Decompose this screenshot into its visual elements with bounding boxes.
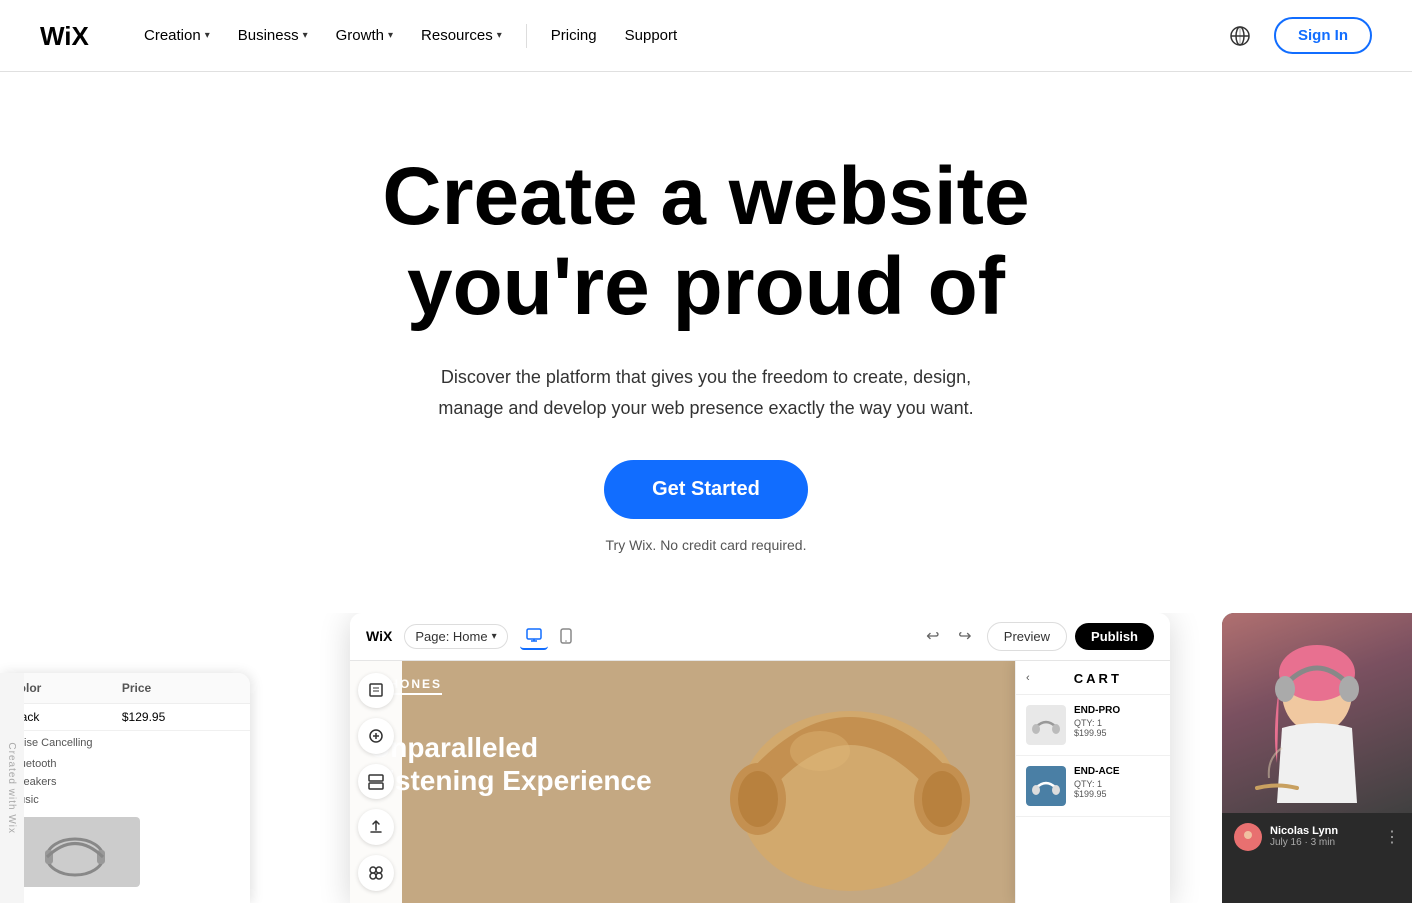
redo-button[interactable]: ↪ <box>951 622 979 650</box>
cart-chevron-icon: ‹ <box>1026 672 1030 684</box>
editor-topbar: WiX Page: Home ▾ ↩ ↪ <box>350 613 1170 661</box>
cart-item-1-name: END-PRO <box>1074 705 1120 716</box>
cart-header: ‹ CART <box>1016 661 1170 695</box>
app-market-icon <box>368 865 384 881</box>
chevron-down-icon: ▾ <box>388 30 393 41</box>
navbar-left: WiX Creation ▾ Business ▾ Growth ▾ Resou… <box>40 19 689 52</box>
cart-item-2-price: $199.95 <box>1074 789 1120 799</box>
desktop-view-button[interactable] <box>520 622 548 650</box>
filter-speakers: Speakers <box>0 773 250 791</box>
cart-item-2: END-ACE QTY: 1 $199.95 <box>1016 756 1170 817</box>
table-row: Black $129.95 <box>0 703 250 730</box>
logo[interactable]: WiX <box>40 21 100 51</box>
nav-item-support[interactable]: Support <box>613 19 690 52</box>
avatar-icon <box>1238 827 1258 847</box>
cart-item-2-qty: QTY: 1 <box>1074 779 1120 789</box>
cart-panel: ‹ CART END-PRO QTY: 1 $ <box>1015 661 1170 903</box>
product-thumbnail <box>10 817 140 887</box>
avatar <box>1234 823 1262 851</box>
nav-item-resources[interactable]: Resources ▾ <box>409 19 514 52</box>
undo-redo-controls: ↩ ↪ <box>919 622 979 650</box>
preview-button[interactable]: Preview <box>987 622 1067 651</box>
hero-subtitle: Discover the platform that gives you the… <box>40 362 1372 423</box>
hero-title: Create a website you're proud of <box>256 152 1156 332</box>
cart-item-1-info: END-PRO QTY: 1 $199.95 <box>1074 705 1120 745</box>
undo-button[interactable]: ↩ <box>919 622 947 650</box>
person-illustration <box>1227 613 1407 813</box>
cart-item-2-name: END-ACE <box>1074 766 1120 777</box>
hero-section: Create a website you're proud of Discove… <box>0 72 1412 613</box>
cart-title: CART <box>1036 671 1160 686</box>
nav-divider <box>526 24 527 48</box>
filter-bluetooth: Bluetooth <box>0 755 250 773</box>
cart-item-2-info: END-ACE QTY: 1 $199.95 <box>1074 766 1120 806</box>
toolbar-upload-icon[interactable] <box>358 809 394 845</box>
filter-music: Music <box>0 791 250 809</box>
cart-item-1: END-PRO QTY: 1 $199.95 <box>1016 695 1170 756</box>
cart-item-1-qty: QTY: 1 <box>1074 718 1120 728</box>
filter-noise-cancelling: Noise Cancelling <box>0 731 250 755</box>
desktop-icon <box>526 628 542 642</box>
editor-topbar-left: WiX Page: Home ▾ <box>366 622 580 650</box>
chevron-down-icon: ▾ <box>205 30 210 41</box>
add-icon <box>368 728 384 744</box>
nav-item-pricing[interactable]: Pricing <box>539 19 609 52</box>
pages-icon <box>368 682 384 698</box>
right-card-image <box>1222 613 1412 813</box>
sign-in-button[interactable]: Sign In <box>1274 17 1372 54</box>
editor-wix-logo: WiX <box>366 628 392 644</box>
table-cell-price: $129.95 <box>112 703 250 730</box>
nav-item-business[interactable]: Business ▾ <box>226 19 320 52</box>
get-started-button[interactable]: Get Started <box>604 460 808 519</box>
sections-icon <box>368 774 384 790</box>
toolbar-add-icon[interactable] <box>358 718 394 754</box>
upload-icon <box>368 819 384 835</box>
navbar: WiX Creation ▾ Business ▾ Growth ▾ Resou… <box>0 0 1412 72</box>
cart-item-1-image <box>1026 705 1066 745</box>
right-card-footer: Nicolas Lynn July 16 · 3 min ⋮ <box>1222 813 1412 861</box>
editor-topbar-right: ↩ ↪ Preview Publish <box>919 622 1154 651</box>
cart-item-2-image <box>1026 766 1066 806</box>
editor-window: WiX Page: Home ▾ ↩ ↪ <box>350 613 1170 903</box>
headphone-cart-icon-1 <box>1031 713 1061 737</box>
no-credit-text: Try Wix. No credit card required. <box>40 537 1372 553</box>
right-card-user-info: Nicolas Lynn July 16 · 3 min <box>1270 825 1376 848</box>
sidebar-vertical-label: Created with Wix <box>0 673 24 903</box>
headphone-large-icon <box>710 661 990 903</box>
chevron-down-icon: ▾ <box>497 30 502 41</box>
table-header-price: Price <box>112 673 250 704</box>
editor-canvas: TPHONES Home Reviews Shop Unparalleled L… <box>350 661 1170 903</box>
chevron-down-icon: ▾ <box>303 30 308 41</box>
mobile-view-button[interactable] <box>552 622 580 650</box>
cart-item-1-price: $199.95 <box>1074 728 1120 738</box>
sidebar-table: Color Price Black $129.95 <box>0 673 250 731</box>
language-selector-button[interactable] <box>1222 18 1258 54</box>
headphone-illustration <box>710 661 990 903</box>
view-icons <box>520 622 580 650</box>
canvas-left-toolbar <box>350 661 402 903</box>
right-card: Nicolas Lynn July 16 · 3 min ⋮ <box>1222 613 1412 903</box>
toolbar-app-icon[interactable] <box>358 855 394 891</box>
right-card-more-icon[interactable]: ⋮ <box>1384 827 1400 847</box>
page-selector[interactable]: Page: Home ▾ <box>404 624 507 649</box>
nav-items: Creation ▾ Business ▾ Growth ▾ Resources… <box>132 19 689 52</box>
svg-text:WiX: WiX <box>40 21 90 51</box>
nav-item-creation[interactable]: Creation ▾ <box>132 19 222 52</box>
toolbar-pages-icon[interactable] <box>358 673 394 709</box>
preview-section: Created with Wix Color Price Black $129.… <box>0 613 1412 903</box>
mobile-icon <box>560 628 572 644</box>
headphone-cart-icon-2 <box>1031 774 1061 798</box>
publish-button[interactable]: Publish <box>1075 623 1154 650</box>
navbar-right: Sign In <box>1222 17 1372 54</box>
globe-icon <box>1229 25 1251 47</box>
left-sidebar: Created with Wix Color Price Black $129.… <box>0 673 250 903</box>
right-card-username: Nicolas Lynn <box>1270 825 1376 837</box>
toolbar-sections-icon[interactable] <box>358 764 394 800</box>
headphone-small-icon <box>35 822 115 882</box>
chevron-down-icon: ▾ <box>492 631 497 642</box>
nav-item-growth[interactable]: Growth ▾ <box>324 19 405 52</box>
right-card-date: July 16 · 3 min <box>1270 837 1376 848</box>
